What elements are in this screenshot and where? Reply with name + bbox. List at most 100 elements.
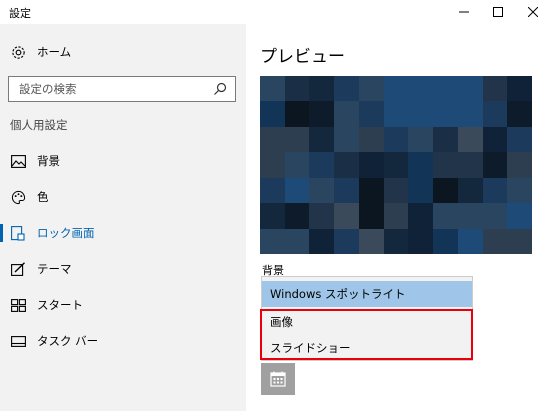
preview-tile [383,126,409,153]
calendar-app-button[interactable] [261,363,295,395]
preview-tile [358,177,384,204]
preview-tile [309,152,335,178]
preview-tile [284,76,310,102]
preview-tile [334,177,359,204]
preview-tile [383,76,409,102]
preview-tile [507,126,532,153]
sidebar-item-start[interactable]: スタート [0,287,246,323]
preview-tile [383,228,409,254]
sidebar-item-label: ロック画面 [37,226,95,240]
preview-tile [260,203,285,229]
search-icon[interactable] [213,82,227,96]
preview-tile [482,152,508,178]
preview-tile [260,228,285,254]
sidebar-item-label: ホーム [37,45,72,59]
preview-tile [260,76,285,102]
minimize-button[interactable] [447,0,481,24]
maximize-icon [493,7,503,17]
start-tiles-icon [10,297,26,313]
sidebar-item-label: 色 [37,190,49,204]
close-button[interactable] [516,0,550,24]
maximize-button[interactable] [481,0,515,24]
title-bar: 設定 [0,0,550,24]
preview-tile [284,101,310,127]
preview-tile [408,177,434,204]
preview-tile [457,203,483,229]
preview-tile [408,203,434,229]
sidebar-item-background[interactable]: 背景 [0,143,246,179]
window-title: 設定 [9,7,31,20]
lock-screen-preview [260,76,532,254]
preview-tile [309,76,335,102]
preview-tile [358,203,384,229]
preview-tile [334,101,359,127]
preview-tile [482,203,508,229]
preview-tile [457,177,483,204]
preview-tile [260,126,285,153]
preview-tile [433,177,458,204]
sidebar-item-themes[interactable]: テーマ [0,251,246,287]
preview-tile [507,203,532,229]
preview-tile [408,152,434,178]
preview-tile [309,203,335,229]
theme-brush-icon [10,261,26,277]
preview-tile [482,177,508,204]
highlight-annotation [260,309,473,360]
preview-tile [433,101,458,127]
sidebar-item-label: タスク バー [37,334,99,348]
preview-tile [482,228,508,254]
preview-tile [482,101,508,127]
preview-tile [408,228,434,254]
preview-tile [383,101,409,127]
preview-tile [334,228,359,254]
preview-tile [358,228,384,254]
preview-tile [482,76,508,102]
preview-tile [334,76,359,102]
preview-tile [482,126,508,153]
sidebar-item-label: スタート [37,298,83,312]
preview-tile [284,126,310,153]
search-placeholder: 設定の検索 [19,82,77,96]
preview-tile [433,203,458,229]
preview-tile [358,152,384,178]
sidebar-item-label: テーマ [37,262,72,276]
preview-tile [457,228,483,254]
sidebar-item-lock-screen[interactable]: ロック画面 [0,215,246,251]
preview-tile [457,76,483,102]
sidebar-item-home[interactable]: ホーム [0,34,246,70]
preview-tile [507,76,532,102]
sidebar-item-label: 背景 [37,154,60,168]
picture-icon [10,153,26,169]
minimize-icon [459,11,469,13]
preview-tile [507,152,532,178]
page-title: プレビュー [260,47,345,67]
preview-tile [457,152,483,178]
preview-tile [309,126,335,153]
preview-tile [507,101,532,127]
preview-tile [408,126,434,153]
preview-tile [284,203,310,229]
preview-tile [284,177,310,204]
gear-icon [10,44,26,60]
calendar-icon [270,371,286,387]
preview-tile [284,228,310,254]
main-content: プレビュー 背景 Windows スポットライト 画像 スライドショー [246,24,550,411]
preview-tile [457,101,483,127]
preview-tile [334,203,359,229]
preview-tile [309,228,335,254]
preview-tile [507,177,532,204]
search-input[interactable]: 設定の検索 [8,76,236,102]
palette-icon [10,189,26,205]
preview-tile [309,101,335,127]
preview-tile [383,203,409,229]
preview-tile [260,101,285,127]
section-header: 個人用設定 [10,118,68,132]
dropdown-option-spotlight[interactable]: Windows スポットライト [262,281,472,307]
sidebar-item-taskbar[interactable]: タスク バー [0,323,246,359]
preview-tile [408,101,434,127]
preview-tile [457,126,483,153]
lock-screen-icon [10,225,26,241]
sidebar-item-colors[interactable]: 色 [0,179,246,215]
preview-tile [433,228,458,254]
active-indicator [0,224,3,242]
